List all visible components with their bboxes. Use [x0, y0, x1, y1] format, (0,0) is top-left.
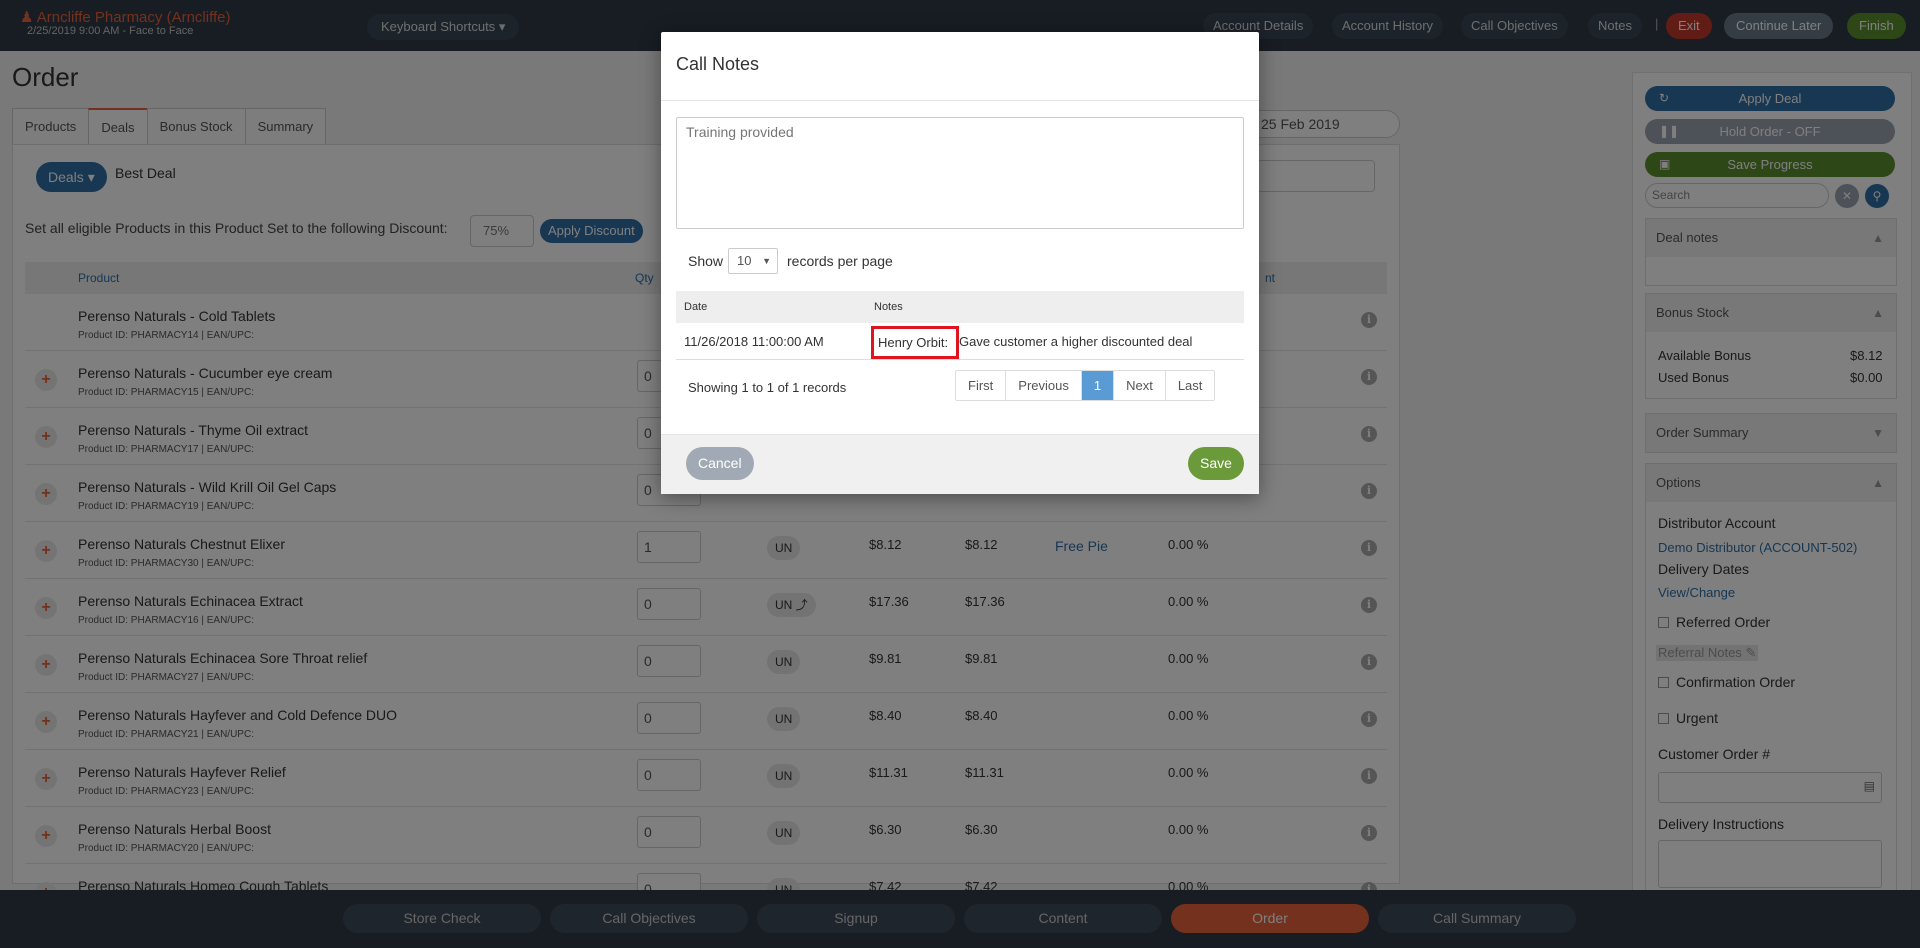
notes-table-header: Date Notes	[676, 291, 1244, 323]
page-previous-button[interactable]: Previous	[1006, 371, 1082, 400]
dialog-title: Call Notes	[676, 54, 760, 74]
call-notes-dialog: Call Notes Show 10 ▼ records per page Dat…	[661, 32, 1259, 494]
col-notes[interactable]: Notes	[874, 301, 903, 313]
records-per-page-value: 10	[737, 253, 752, 268]
col-date[interactable]: Date	[684, 301, 707, 313]
cancel-button[interactable]: Cancel	[686, 447, 754, 480]
page-next-button[interactable]: Next	[1114, 371, 1166, 400]
save-button[interactable]: Save	[1188, 447, 1244, 480]
records-info: Showing 1 to 1 of 1 records	[688, 380, 847, 395]
pagination: First Previous 1 Next Last	[955, 370, 1216, 401]
note-date: 11/26/2018 11:00:00 AM	[684, 334, 824, 349]
call-notes-textarea[interactable]	[676, 117, 1244, 229]
page-last-button[interactable]: Last	[1165, 371, 1215, 400]
show-label: Show	[688, 253, 724, 269]
note-author-highlighted: Henry Orbit:	[871, 326, 959, 359]
records-per-page-select[interactable]: 10 ▼	[728, 248, 778, 274]
page-first-button[interactable]: First	[956, 371, 1007, 400]
records-per-page-label: records per page	[787, 253, 893, 269]
note-text: Gave customer a higher discounted deal	[959, 334, 1193, 349]
caret-down-icon: ▼	[762, 256, 771, 266]
page-current-button[interactable]: 1	[1081, 371, 1115, 400]
table-row: 11/26/2018 11:00:00 AM Henry Orbit: Gave…	[676, 323, 1244, 360]
